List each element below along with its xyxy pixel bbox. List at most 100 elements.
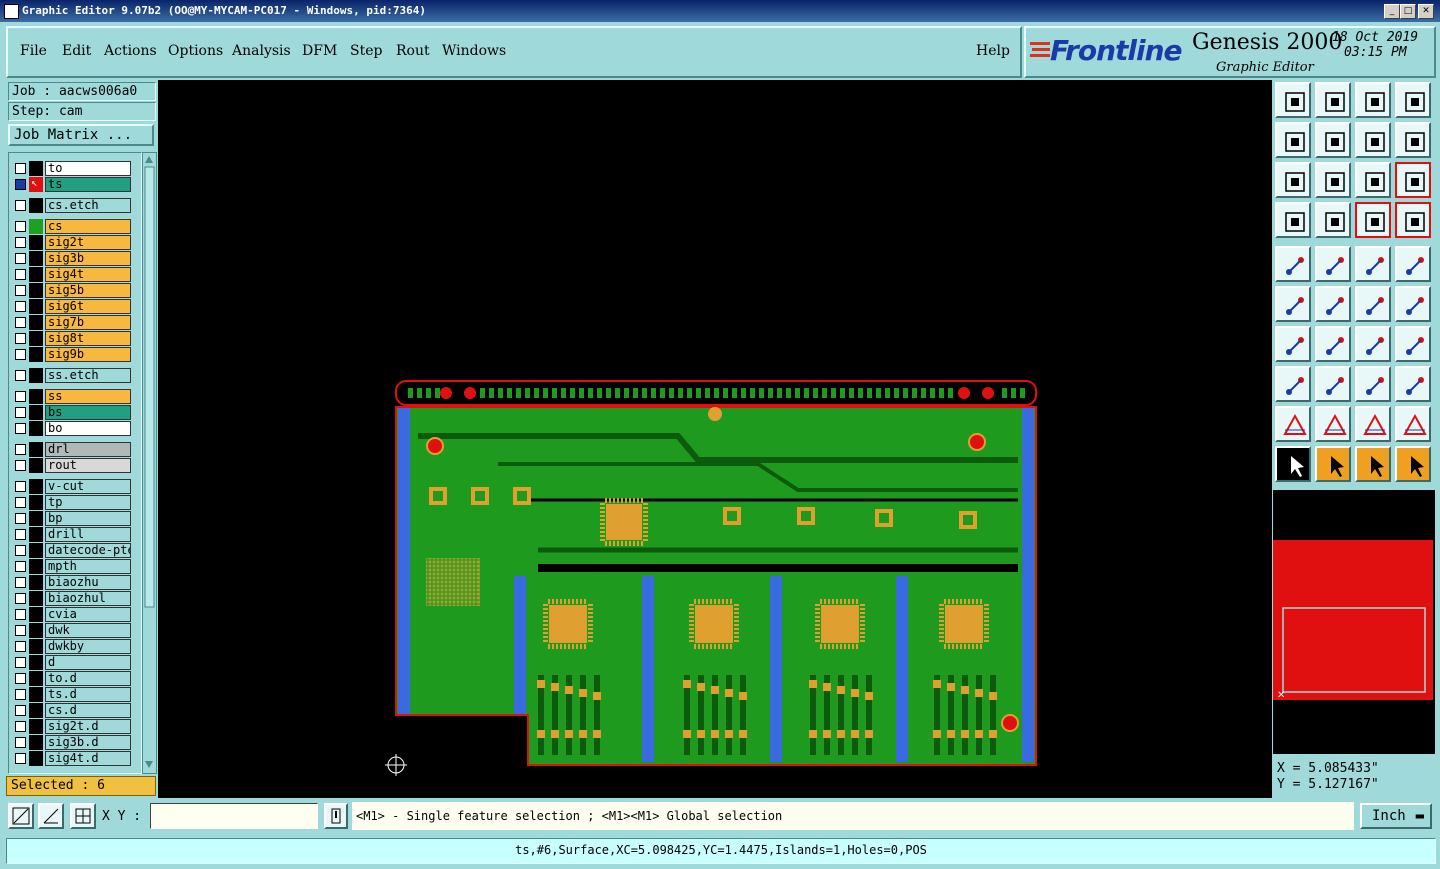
menu-file[interactable]: File (20, 43, 47, 59)
app-icon[interactable] (4, 4, 19, 19)
layer-name[interactable]: sig3b (45, 251, 131, 266)
tool-button[interactable] (1275, 286, 1311, 322)
menu-analysis[interactable]: Analysis (232, 43, 291, 59)
alert-button[interactable] (324, 803, 348, 829)
layer-checkbox[interactable] (15, 593, 26, 604)
layer-name[interactable]: rout (45, 458, 131, 473)
layer-color-swatch[interactable] (29, 251, 43, 266)
measure-button[interactable] (38, 803, 64, 829)
layer-color-swatch[interactable] (29, 511, 43, 526)
overview-map[interactable]: ✕ (1273, 490, 1435, 754)
layer-checkbox[interactable] (15, 269, 26, 280)
layer-checkbox[interactable] (15, 705, 26, 716)
layer-color-swatch[interactable] (29, 315, 43, 330)
layer-row[interactable]: bo (9, 421, 139, 436)
layer-name[interactable]: cvia (45, 607, 131, 622)
tool-button[interactable] (1355, 366, 1391, 402)
layer-checkbox[interactable] (15, 423, 26, 434)
layer-row[interactable]: ss.etch (9, 368, 139, 383)
menu-help[interactable]: Help (976, 43, 1010, 59)
menu-actions[interactable]: Actions (104, 43, 157, 59)
layer-name[interactable]: biaozhu (45, 575, 131, 590)
tool-button[interactable] (1395, 246, 1431, 282)
layer-checkbox[interactable] (15, 497, 26, 508)
tool-button[interactable] (1395, 446, 1431, 482)
layer-checkbox[interactable] (15, 179, 26, 190)
layer-row[interactable]: sig5b (9, 283, 139, 298)
layer-color-swatch[interactable] (29, 299, 43, 314)
tool-button[interactable] (1355, 122, 1391, 158)
layer-name[interactable]: sig6t (45, 299, 131, 314)
layer-color-swatch[interactable] (29, 442, 43, 457)
tool-button[interactable] (1355, 406, 1391, 442)
tool-button[interactable] (1395, 82, 1431, 118)
layer-row[interactable]: d (9, 655, 139, 670)
layer-checkbox[interactable] (15, 301, 26, 312)
layer-color-swatch[interactable] (29, 703, 43, 718)
layer-checkbox[interactable] (15, 481, 26, 492)
layer-color-swatch[interactable] (29, 575, 43, 590)
layer-color-swatch[interactable] (29, 458, 43, 473)
menu-step[interactable]: Step (350, 43, 382, 59)
tool-button[interactable] (1355, 326, 1391, 362)
layer-color-swatch[interactable]: ↖ (29, 176, 43, 192)
layer-name[interactable]: ts.d (45, 687, 131, 702)
layer-name[interactable]: sig7b (45, 315, 131, 330)
tool-button[interactable] (1355, 82, 1391, 118)
layer-row[interactable]: sig3b (9, 251, 139, 266)
layer-name[interactable]: to (45, 161, 131, 176)
layer-name[interactable]: dwkby (45, 639, 131, 654)
layer-row[interactable]: cs.d (9, 703, 139, 718)
menu-dfm[interactable]: DFM (302, 43, 337, 59)
tool-button[interactable] (1275, 406, 1311, 442)
layer-name[interactable]: cs (45, 219, 131, 234)
layer-color-swatch[interactable] (29, 671, 43, 686)
layer-row[interactable]: rout (9, 458, 139, 473)
layer-color-swatch[interactable] (29, 543, 43, 558)
layer-row[interactable]: biaozhu (9, 575, 139, 590)
unit-selector[interactable]: Inch ▬ (1360, 803, 1432, 829)
layer-checkbox[interactable] (15, 689, 26, 700)
layer-name[interactable]: tp (45, 495, 131, 510)
tool-button[interactable] (1275, 246, 1311, 282)
minimize-button[interactable]: _ (1384, 4, 1400, 19)
tool-button[interactable] (1315, 246, 1351, 282)
layer-checkbox[interactable] (15, 253, 26, 264)
layer-row[interactable]: drl (9, 442, 139, 457)
layer-row[interactable]: datecode-pte (9, 543, 139, 558)
tool-button[interactable] (1355, 246, 1391, 282)
layer-checkbox[interactable] (15, 333, 26, 344)
layer-color-swatch[interactable] (29, 405, 43, 420)
layer-row[interactable]: dwk (9, 623, 139, 638)
layer-row[interactable]: sig6t (9, 299, 139, 314)
layer-checkbox[interactable] (15, 577, 26, 588)
layer-color-swatch[interactable] (29, 389, 43, 404)
layer-color-swatch[interactable] (29, 347, 43, 362)
snap-button[interactable] (8, 803, 34, 829)
layer-row[interactable]: sig4t (9, 267, 139, 282)
layer-color-swatch[interactable] (29, 655, 43, 670)
graphic-canvas[interactable] (158, 80, 1272, 798)
layer-row[interactable]: bp (9, 511, 139, 526)
layer-row[interactable]: sig8t (9, 331, 139, 346)
layer-color-swatch[interactable] (29, 559, 43, 574)
layer-row[interactable]: ts.d (9, 687, 139, 702)
layer-name[interactable]: dwk (45, 623, 131, 638)
layer-color-swatch[interactable] (29, 331, 43, 346)
layer-row[interactable]: cvia (9, 607, 139, 622)
layer-color-swatch[interactable] (29, 623, 43, 638)
maximize-button[interactable]: □ (1400, 4, 1416, 19)
layer-name[interactable]: sig5b (45, 283, 131, 298)
layer-name[interactable]: ts (45, 177, 131, 192)
layer-color-swatch[interactable] (29, 421, 43, 436)
tool-button[interactable] (1355, 202, 1391, 238)
tool-button[interactable] (1355, 446, 1391, 482)
layer-row[interactable]: bs (9, 405, 139, 420)
layer-checkbox[interactable] (15, 237, 26, 248)
layer-name[interactable]: v-cut (45, 479, 131, 494)
layer-name[interactable]: datecode-pte (45, 543, 131, 558)
layer-color-swatch[interactable] (29, 607, 43, 622)
layer-color-swatch[interactable] (29, 495, 43, 510)
menu-windows[interactable]: Windows (442, 43, 506, 59)
layer-checkbox[interactable] (15, 753, 26, 764)
